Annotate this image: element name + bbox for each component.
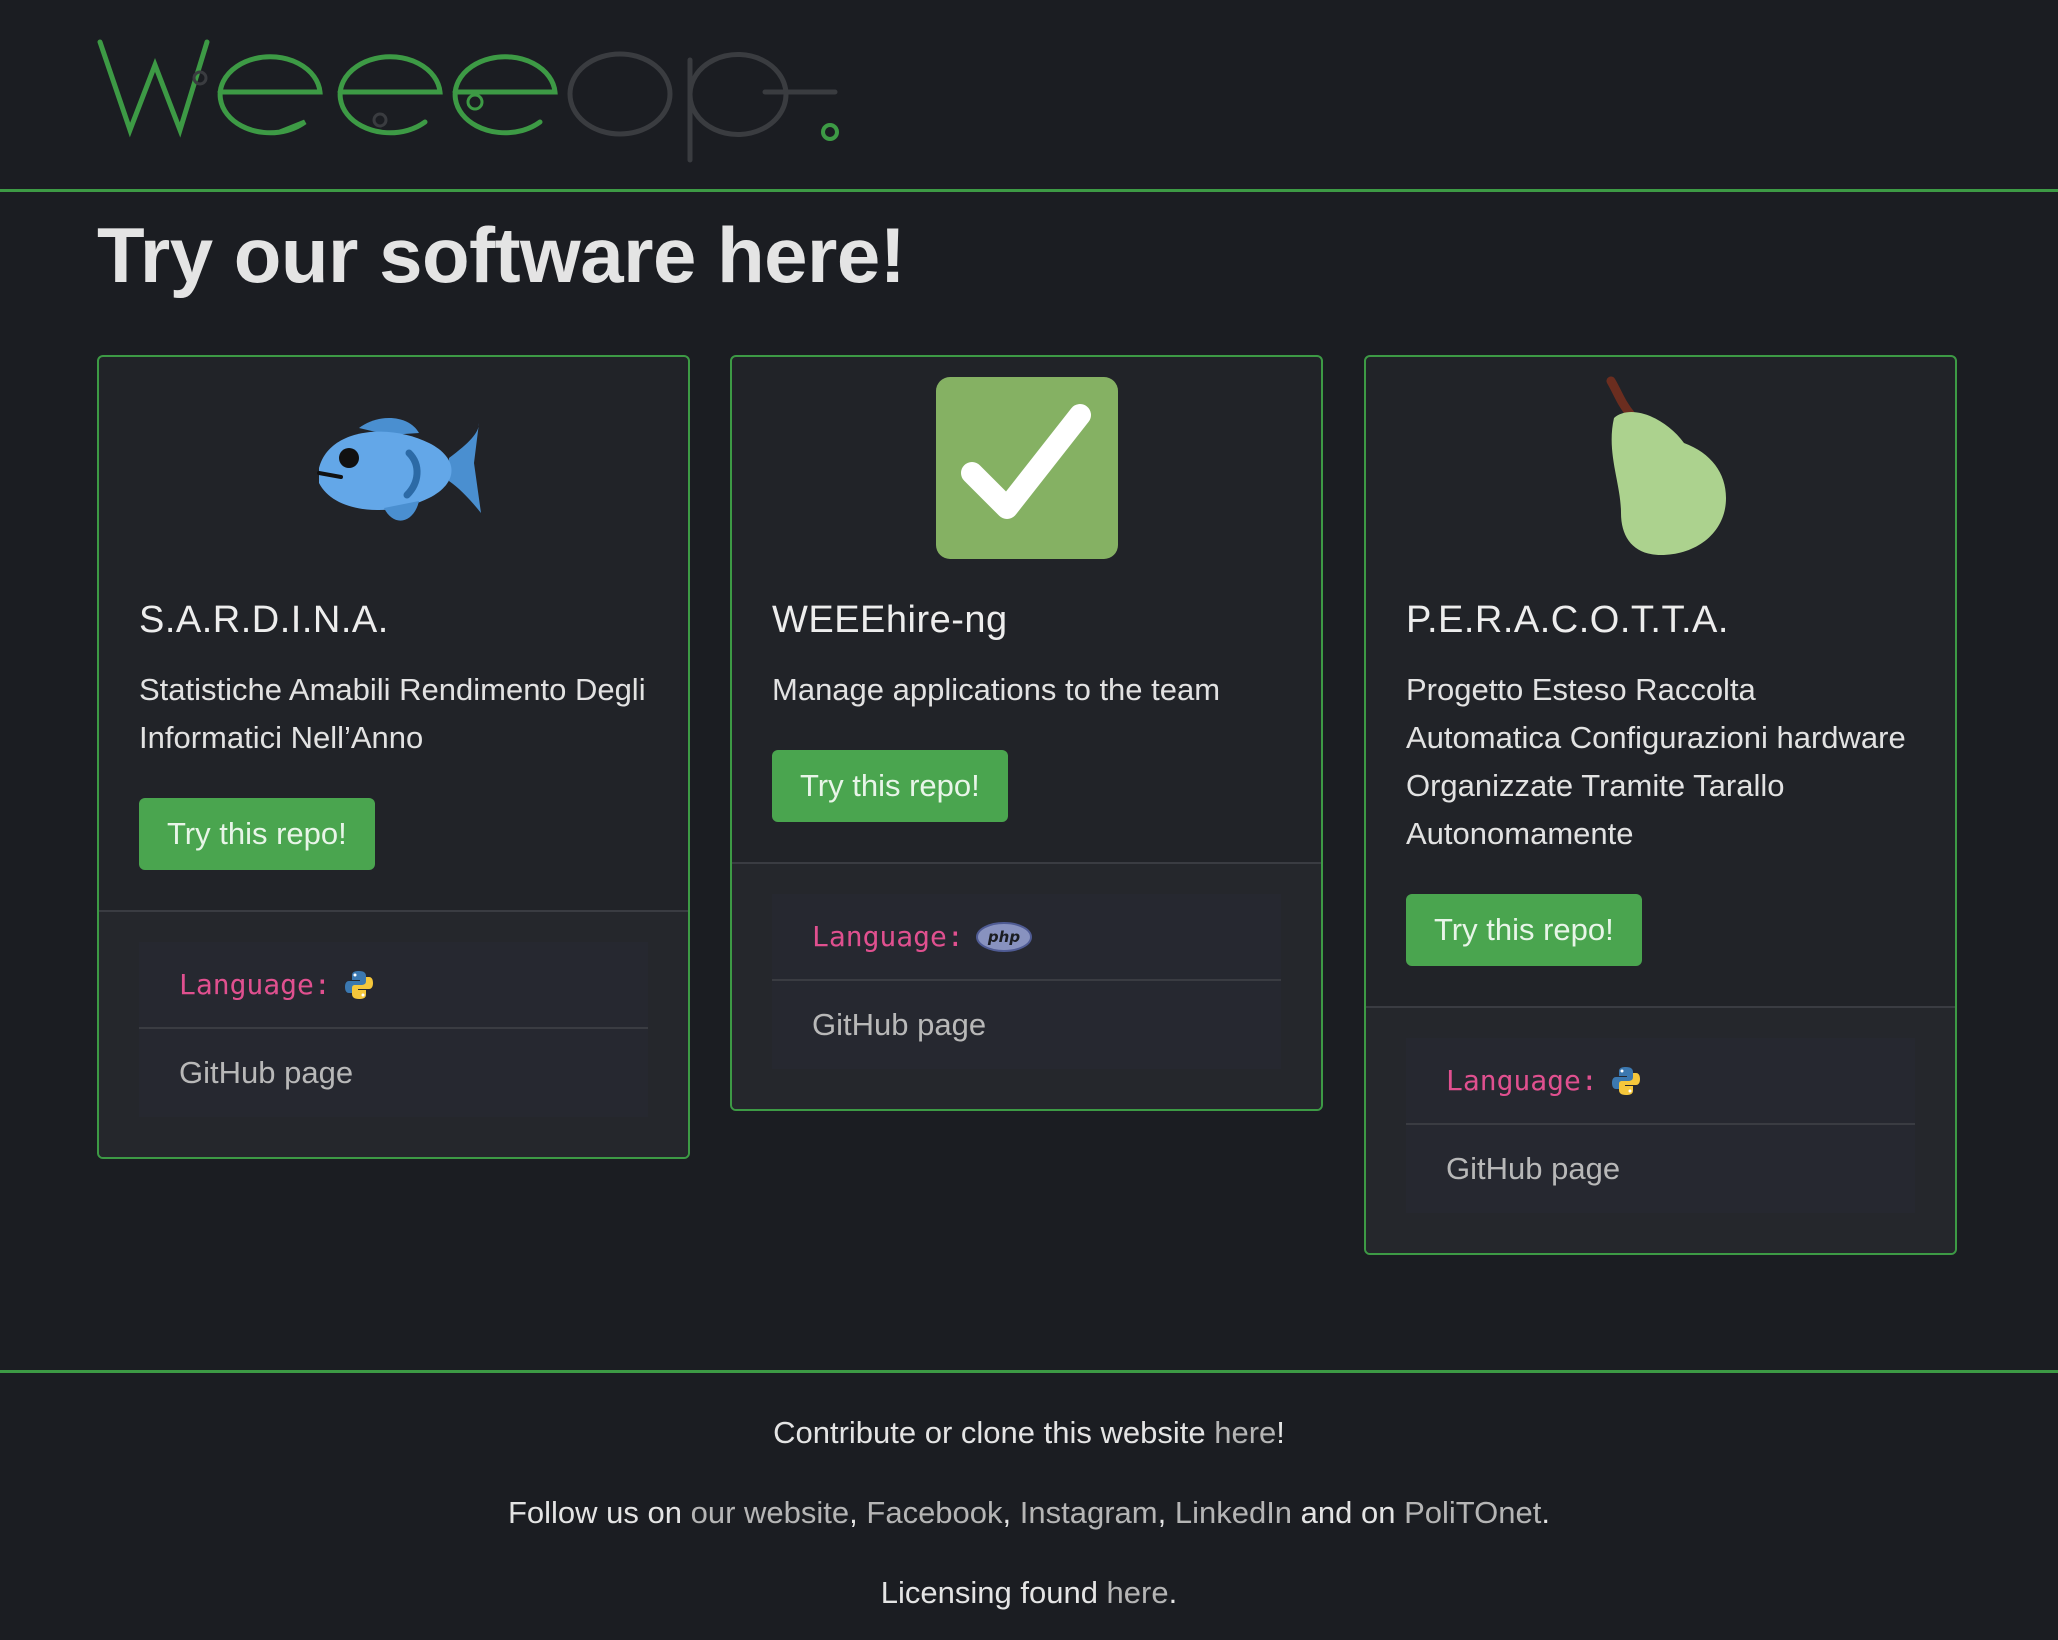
try-repo-button[interactable]: Try this repo! [772,750,1008,822]
licensing-line: Licensing found here. [880,1575,1178,1610]
facebook-link[interactable]: Facebook [866,1495,1002,1530]
card-footer: Language: php GitHub page [732,862,1321,1109]
python-icon [344,970,373,999]
card-description: Manage applications to the team [772,672,1221,707]
language-row: Language: [1406,1038,1915,1123]
pear-icon [1606,376,1726,555]
card-title: WEEEhire-ng [772,599,1008,641]
language-label: Language: [1446,1064,1598,1097]
linkedin-link[interactable]: LinkedIn [1175,1495,1292,1530]
try-repo-button[interactable]: Try this repo! [1406,894,1642,966]
follow-line: Follow us on our website, Facebook, Inst… [507,1495,1551,1530]
site-footer: Contribute or clone this website here! F… [0,1370,2058,1640]
try-repo-button[interactable]: Try this repo! [139,798,375,870]
instagram-link[interactable]: Instagram [1020,1495,1158,1530]
card-description: Statistiche Amabili Rendimento Degli Inf… [139,672,646,755]
github-link-label[interactable]: GitHub page [179,1055,353,1091]
language-row: Language: php [772,894,1281,979]
contribute-link[interactable]: here [1214,1415,1276,1450]
project-card-sardina: S.A.R.D.I.N.A. Statistiche Amabili Rendi… [97,355,690,1159]
language-row: Language: [139,942,648,1027]
website-link[interactable]: our website [691,1495,850,1530]
project-card-peracotta: P.E.R.A.C.O.T.T.A. Progetto Esteso Racco… [1364,355,1957,1255]
github-link[interactable]: GitHub page [1406,1123,1915,1213]
github-link[interactable]: GitHub page [772,979,1281,1069]
fish-icon [316,417,481,521]
site-header [0,0,2058,192]
weeeopen-logo[interactable] [95,20,855,170]
card-footer: Language: GitHub page [99,910,688,1157]
github-link-label[interactable]: GitHub page [1446,1151,1620,1187]
contribute-line: Contribute or clone this website here! [773,1415,1285,1450]
page-title: Try our software here! [97,211,906,299]
svg-text:php: php [987,928,1020,946]
card-title: P.E.R.A.C.O.T.T.A. [1406,599,1729,641]
php-icon: php [975,921,1032,952]
politonet-link[interactable]: PoliTOnet [1404,1495,1541,1530]
language-label: Language: [179,968,331,1001]
github-link-label[interactable]: GitHub page [812,1007,986,1043]
licensing-link[interactable]: here [1107,1575,1169,1610]
language-label: Language: [812,920,964,953]
python-icon [1611,1066,1640,1095]
github-link[interactable]: GitHub page [139,1027,648,1117]
project-card-weeehire: WEEEhire-ng Manage applications to the t… [730,355,1323,1111]
card-footer: Language: GitHub page [1366,1006,1955,1253]
card-description: Progetto Esteso Raccolta Automatica Conf… [1406,672,1906,851]
card-title: S.A.R.D.I.N.A. [139,599,389,641]
check-mark-icon [935,377,1118,559]
